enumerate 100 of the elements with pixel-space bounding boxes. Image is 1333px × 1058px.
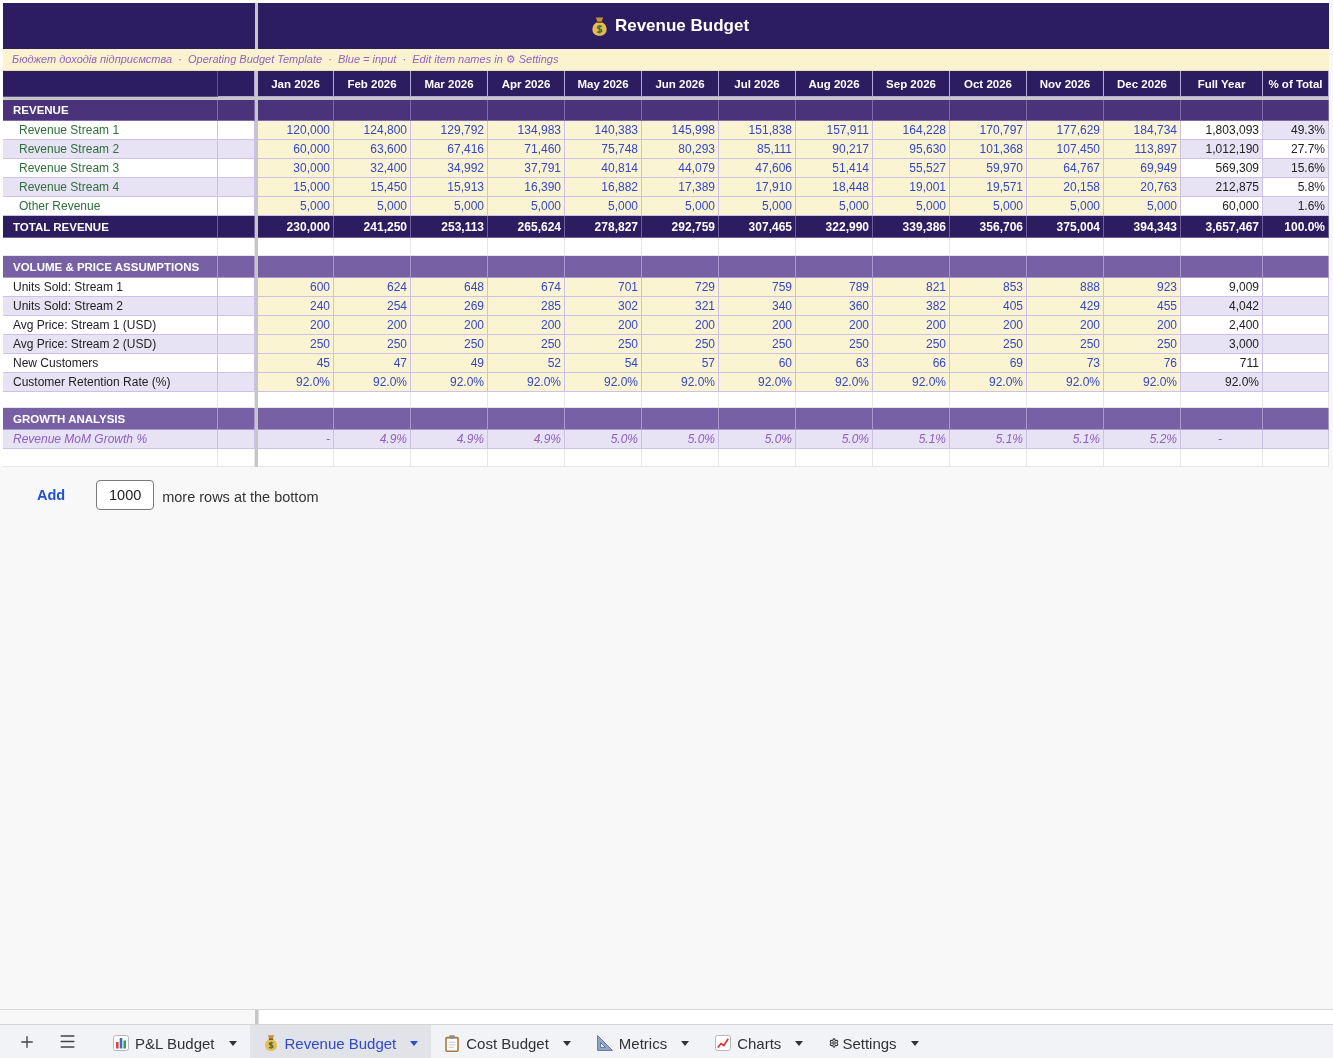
table-cell: 30,000 <box>258 159 334 178</box>
table-cell: 124,800 <box>334 121 411 140</box>
table-cell: 157,911 <box>796 121 873 140</box>
table-cell: 67,416 <box>411 140 488 159</box>
table-cell: 101,368 <box>950 140 1027 159</box>
table-cell: 92.0% <box>1104 373 1181 392</box>
caret-icon <box>681 1040 690 1046</box>
table-cell: 129,792 <box>411 121 488 140</box>
total-cell: 339,386 <box>873 216 950 238</box>
table-cell: 405 <box>950 297 1027 316</box>
table-cell: 92.0% <box>796 373 873 392</box>
caret-icon <box>228 1040 237 1046</box>
sheet-tab[interactable]: Revenue Budget <box>249 1025 432 1058</box>
table-cell: 888 <box>1027 278 1104 297</box>
table-cell: 145,998 <box>642 121 719 140</box>
sheet-tab[interactable]: Charts <box>702 1025 817 1058</box>
table-cell: 200 <box>873 316 950 335</box>
table-cell: 240 <box>258 297 334 316</box>
table-cell: 5,000 <box>873 197 950 216</box>
table-cell: 92.0% <box>950 373 1027 392</box>
table-cell: 164,228 <box>873 121 950 140</box>
table-cell: 200 <box>488 316 565 335</box>
table-cell: 200 <box>411 316 488 335</box>
table-cell: 821 <box>873 278 950 297</box>
table-cell: 73 <box>1027 354 1104 373</box>
table-cell: 92.0% <box>1027 373 1104 392</box>
table-cell: 49 <box>411 354 488 373</box>
table-cell: 76 <box>1104 354 1181 373</box>
table-cell: 5.8% <box>1263 178 1329 197</box>
table-cell: 69 <box>950 354 1027 373</box>
table-cell: 250 <box>873 335 950 354</box>
table-cell: 34,992 <box>411 159 488 178</box>
table-cell: 200 <box>950 316 1027 335</box>
table-cell: 4.9% <box>488 430 565 449</box>
table-cell: 853 <box>950 278 1027 297</box>
table-cell: 113,897 <box>1104 140 1181 159</box>
table-cell: 200 <box>642 316 719 335</box>
menu-icon <box>57 1032 77 1051</box>
caret-icon <box>910 1040 919 1046</box>
subtitle-text: Бюджет доходів підприємства · Operating Budget Template · Blue = input · Edit item names in ⚙ Settings <box>12 53 559 66</box>
table-cell: 455 <box>1104 297 1181 316</box>
sheet-tab[interactable]: P&L Budget <box>100 1025 250 1058</box>
table-cell: 250 <box>334 335 411 354</box>
total-cell: 241,250 <box>334 216 411 238</box>
table-cell: 15,913 <box>411 178 488 197</box>
table-cell: 5,000 <box>488 197 565 216</box>
caret-icon <box>562 1040 571 1046</box>
table-cell: 250 <box>1104 335 1181 354</box>
table-cell: 5,000 <box>642 197 719 216</box>
table-cell: 200 <box>719 316 796 335</box>
table-cell: 5.0% <box>565 430 642 449</box>
table-cell: 729 <box>642 278 719 297</box>
table-cell: 60,000 <box>258 140 334 159</box>
table-cell: 701 <box>565 278 642 297</box>
table-cell: 92.0% <box>258 373 334 392</box>
table-cell: 200 <box>258 316 334 335</box>
sheet-tab[interactable]: Metrics <box>583 1025 703 1058</box>
table-cell: 340 <box>719 297 796 316</box>
table-cell: 95,630 <box>873 140 950 159</box>
table-cell: 19,571 <box>950 178 1027 197</box>
sheet-tab[interactable]: Cost Budget <box>431 1025 584 1058</box>
table-cell: 429 <box>1027 297 1104 316</box>
table-cell: 250 <box>796 335 873 354</box>
table-cell: 15,000 <box>258 178 334 197</box>
table-cell: 5.0% <box>719 430 796 449</box>
table-cell: 269 <box>411 297 488 316</box>
table-cell: 250 <box>642 335 719 354</box>
table-cell: 107,450 <box>1027 140 1104 159</box>
total-cell: 100.0% <box>1263 216 1329 238</box>
table-cell: 5,000 <box>719 197 796 216</box>
table-cell: 674 <box>488 278 565 297</box>
table-cell: 19,001 <box>873 178 950 197</box>
caret-icon <box>410 1040 419 1046</box>
table-cell: 55,527 <box>873 159 950 178</box>
table-cell: 382 <box>873 297 950 316</box>
sheet-title: Revenue Budget <box>614 16 750 36</box>
table-cell: 92.0% <box>488 373 565 392</box>
table-cell: 63 <box>796 354 873 373</box>
table-cell: 51,414 <box>796 159 873 178</box>
table-cell: 75,748 <box>565 140 642 159</box>
table-cell: 5,000 <box>1027 197 1104 216</box>
total-cell: 230,000 <box>258 216 334 238</box>
table-cell: 54 <box>565 354 642 373</box>
table-cell: 250 <box>258 335 334 354</box>
sheet-tab[interactable]: Settings <box>816 1025 932 1058</box>
table-cell: 60 <box>719 354 796 373</box>
table-cell: 16,390 <box>488 178 565 197</box>
table-cell: 17,389 <box>642 178 719 197</box>
table-cell: 37,791 <box>488 159 565 178</box>
line-chart-icon <box>715 1035 732 1051</box>
table-cell: 44,079 <box>642 159 719 178</box>
table-cell: 59,970 <box>950 159 1027 178</box>
table-cell: 321 <box>642 297 719 316</box>
add-rows-link[interactable]: Add <box>37 487 66 503</box>
table-cell: 5,000 <box>565 197 642 216</box>
table-cell: 57 <box>642 354 719 373</box>
row-count-field[interactable]: 1000 <box>96 480 155 510</box>
total-cell: 265,624 <box>488 216 565 238</box>
table-cell: 15.6% <box>1263 159 1329 178</box>
total-cell: 356,706 <box>950 216 1027 238</box>
